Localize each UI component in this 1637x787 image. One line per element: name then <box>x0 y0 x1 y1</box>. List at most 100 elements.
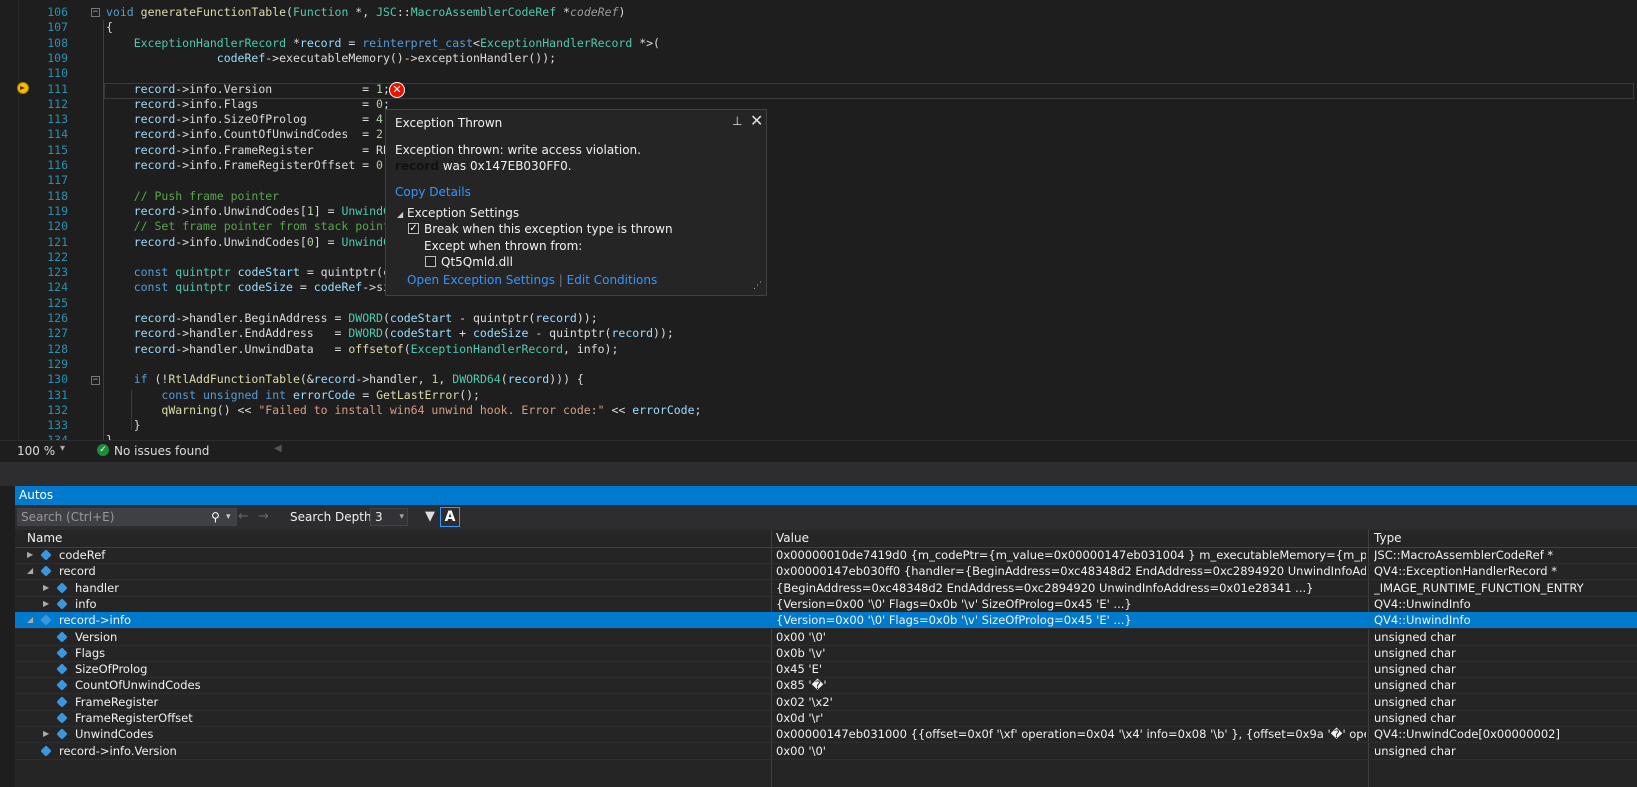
variable-name[interactable]: Version <box>75 629 117 645</box>
code-text[interactable]: ExceptionHandlerRecord *record = reinter… <box>106 35 660 51</box>
variable-name[interactable]: handler <box>75 580 119 596</box>
expand-arrow-icon[interactable]: ▶ <box>43 726 49 742</box>
edit-conditions-link[interactable]: Edit Conditions <box>567 273 658 287</box>
table-row[interactable]: Version 0x00 '\0' unsigned char <box>15 629 1637 646</box>
variable-name[interactable]: CountOfUnwindCodes <box>75 677 201 693</box>
code-line[interactable]: 130 if (!RtlAddFunctionTable(&record->ha… <box>0 371 1637 387</box>
code-text[interactable]: record->handler.EndAddress = DWORD(codeS… <box>106 325 674 341</box>
code-text[interactable]: codeRef->executableMemory()->exceptionHa… <box>106 50 556 66</box>
table-row[interactable]: ◢ record->info {Version=0x00 '\0' Flags=0x… <box>15 612 1637 630</box>
code-line[interactable]: 129 <box>0 356 1637 372</box>
code-line[interactable]: 108 ExceptionHandlerRecord *record = rei… <box>0 35 1637 51</box>
code-line[interactable]: 126 record->handler.BeginAddress = DWORD… <box>0 310 1637 326</box>
code-text[interactable]: record->handler.UnwindData = offsetof(Ex… <box>106 341 619 357</box>
variable-value[interactable]: 0x0d '\r' <box>776 710 1366 726</box>
search-forward-arrow-icon[interactable]: → <box>258 509 269 524</box>
exception-settings-header[interactable]: ◢ Exception Settings <box>397 206 519 220</box>
variable-value[interactable]: 0x00 '\0' <box>776 629 1366 645</box>
expand-arrow-icon[interactable]: ▶ <box>43 580 49 596</box>
code-text[interactable]: record->info.FrameRegister = RBP <box>106 142 397 158</box>
variable-value[interactable]: 0x0b '\v' <box>776 645 1366 661</box>
autos-grid[interactable]: Name Value Type ▶ codeRef 0x00000010de7419… <box>15 530 1637 787</box>
code-line[interactable]: 125 <box>0 295 1637 311</box>
fold-toggle-icon[interactable]: − <box>91 8 100 17</box>
code-line[interactable]: 114 record->info.CountOfUnwindCodes = 2; <box>0 126 1637 142</box>
pin-icon[interactable]: ⊥ <box>732 114 742 128</box>
code-line[interactable]: 112 record->info.Flags = 0; <box>0 96 1637 112</box>
table-row[interactable]: SizeOfProlog 0x45 'E' unsigned char <box>15 661 1637 679</box>
search-depth-select[interactable]: 3 ▾ <box>370 508 408 526</box>
code-text[interactable]: // Set frame pointer from stack pointe <box>106 218 397 234</box>
code-text[interactable]: record->info.UnwindCodes[0] = UnwindCo <box>106 234 397 250</box>
close-icon[interactable]: ✕ <box>750 111 763 130</box>
code-text[interactable]: record->info.Version = 1; <box>106 81 390 97</box>
variable-name[interactable]: FrameRegisterOffset <box>75 710 193 726</box>
code-line[interactable]: 133 } <box>0 417 1637 433</box>
zoom-level[interactable]: 100 % <box>17 444 55 458</box>
variable-name[interactable]: SizeOfProlog <box>75 661 147 677</box>
code-line[interactable]: 127 record->handler.EndAddress = DWORD(c… <box>0 325 1637 341</box>
code-line[interactable]: 109 codeRef->executableMemory()->excepti… <box>0 50 1637 66</box>
code-editor[interactable]: 106 void generateFunctionTable(Function *… <box>0 0 1637 460</box>
variable-value[interactable]: 0x00000147eb030ff0 {handler={BeginAddres… <box>776 563 1366 579</box>
filter-icon[interactable]: ▼ <box>425 509 435 524</box>
code-line[interactable]: 113 record->info.SizeOfProlog = 4; <box>0 111 1637 127</box>
table-row[interactable]: FrameRegisterOffset 0x0d '\r' unsigned cha… <box>15 710 1637 727</box>
code-text[interactable]: record->info.CountOfUnwindCodes = 2; <box>106 126 390 142</box>
code-text[interactable]: { <box>106 19 113 35</box>
variable-value[interactable]: {Version=0x00 '\0' Flags=0x0b '\v' SizeO… <box>776 612 1366 628</box>
variable-name[interactable]: UnwindCodes <box>75 726 153 742</box>
variable-name[interactable]: FrameRegister <box>75 694 158 710</box>
view-as-text-button[interactable]: A <box>440 507 460 527</box>
search-options-dropdown-icon[interactable]: ▾ <box>226 509 231 525</box>
table-row[interactable]: CountOfUnwindCodes 0x85 '�' unsigned char <box>15 677 1637 695</box>
table-row[interactable]: record->info.Version 0x00 '\0' unsigned ch… <box>15 743 1637 760</box>
code-line[interactable]: 132 qWarning() << "Failed to install win… <box>0 402 1637 418</box>
resize-grip-icon[interactable]: ⋰ <box>753 282 763 292</box>
code-text[interactable]: qWarning() << "Failed to install win64 u… <box>106 402 701 418</box>
code-line[interactable]: 115 record->info.FrameRegister = RBP <box>0 142 1637 158</box>
code-text[interactable]: const unsigned int errorCode = GetLastEr… <box>106 387 480 403</box>
break-when-thrown-checkbox[interactable]: ✓ <box>408 223 419 234</box>
code-text[interactable]: record->info.UnwindCodes[1] = UnwindCo <box>106 203 397 219</box>
code-line[interactable]: 116 record->info.FrameRegisterOffset = 0… <box>0 157 1637 173</box>
code-line[interactable]: 120 // Set frame pointer from stack poin… <box>0 218 1637 234</box>
table-row[interactable]: Flags 0x0b '\v' unsigned char <box>15 645 1637 662</box>
code-line[interactable]: 107 { <box>0 19 1637 35</box>
variable-name[interactable]: info <box>75 596 97 612</box>
code-text[interactable]: record->info.SizeOfProlog = 4; <box>106 111 390 127</box>
column-header-type[interactable]: Type <box>1374 531 1402 545</box>
table-row[interactable]: ◢ record 0x00000147eb030ff0 {handler={Begi… <box>15 563 1637 581</box>
code-text[interactable]: void generateFunctionTable(Function *, J… <box>106 4 625 20</box>
code-line[interactable]: 131 const unsigned int errorCode = GetLa… <box>0 387 1637 403</box>
column-header-value[interactable]: Value <box>776 531 809 545</box>
variable-name[interactable]: record <box>59 563 96 579</box>
autos-title-bar[interactable]: Autos <box>15 486 1637 505</box>
search-icon[interactable]: ⚲ <box>211 509 220 525</box>
open-exception-settings-link[interactable]: Open Exception Settings <box>407 273 555 287</box>
code-text[interactable]: record->info.Flags = 0; <box>106 96 390 112</box>
code-line[interactable]: 106 void generateFunctionTable(Function *… <box>0 4 1637 20</box>
variable-value[interactable]: 0x45 'E' <box>776 661 1366 677</box>
variable-value[interactable]: 0x00 '\0' <box>776 743 1366 759</box>
scroll-left-arrow-icon[interactable]: ◀ <box>274 443 282 454</box>
code-line[interactable]: 119 record->info.UnwindCodes[1] = Unwind… <box>0 203 1637 219</box>
code-text[interactable]: if (!RtlAddFunctionTable(&record->handle… <box>106 371 584 387</box>
code-line[interactable]: 117 <box>0 172 1637 188</box>
variable-value[interactable]: {BeginAddress=0xc48348d2 EndAddress=0xc2… <box>776 580 1366 596</box>
issues-status[interactable]: No issues found <box>114 444 209 458</box>
search-back-arrow-icon[interactable]: ← <box>238 509 249 524</box>
table-row[interactable]: FrameRegister 0x02 '\x2' unsigned char <box>15 694 1637 711</box>
code-text[interactable]: const quintptr codeSize = codeRef->siz <box>106 279 397 295</box>
variable-name[interactable]: record->info <box>59 612 131 628</box>
table-row[interactable]: ▶ handler {BeginAddress=0xc48348d2 EndAddr… <box>15 580 1637 597</box>
variable-value[interactable]: {Version=0x00 '\0' Flags=0x0b '\v' SizeO… <box>776 596 1366 612</box>
code-line[interactable]: 118 // Push frame pointer <box>0 188 1637 204</box>
code-line[interactable]: 123 const quintptr codeStart = quintptr(… <box>0 264 1637 280</box>
collapse-arrow-icon[interactable]: ◢ <box>27 563 33 579</box>
table-row[interactable]: ▶ codeRef 0x00000010de7419d0 {m_codePtr={m… <box>15 547 1637 564</box>
variable-value[interactable]: 0x02 '\x2' <box>776 694 1366 710</box>
code-text[interactable]: record->handler.BeginAddress = DWORD(cod… <box>106 310 598 326</box>
code-text[interactable]: const quintptr codeStart = quintptr(co <box>106 264 397 280</box>
variable-value[interactable]: 0x85 '�' <box>776 677 1366 693</box>
